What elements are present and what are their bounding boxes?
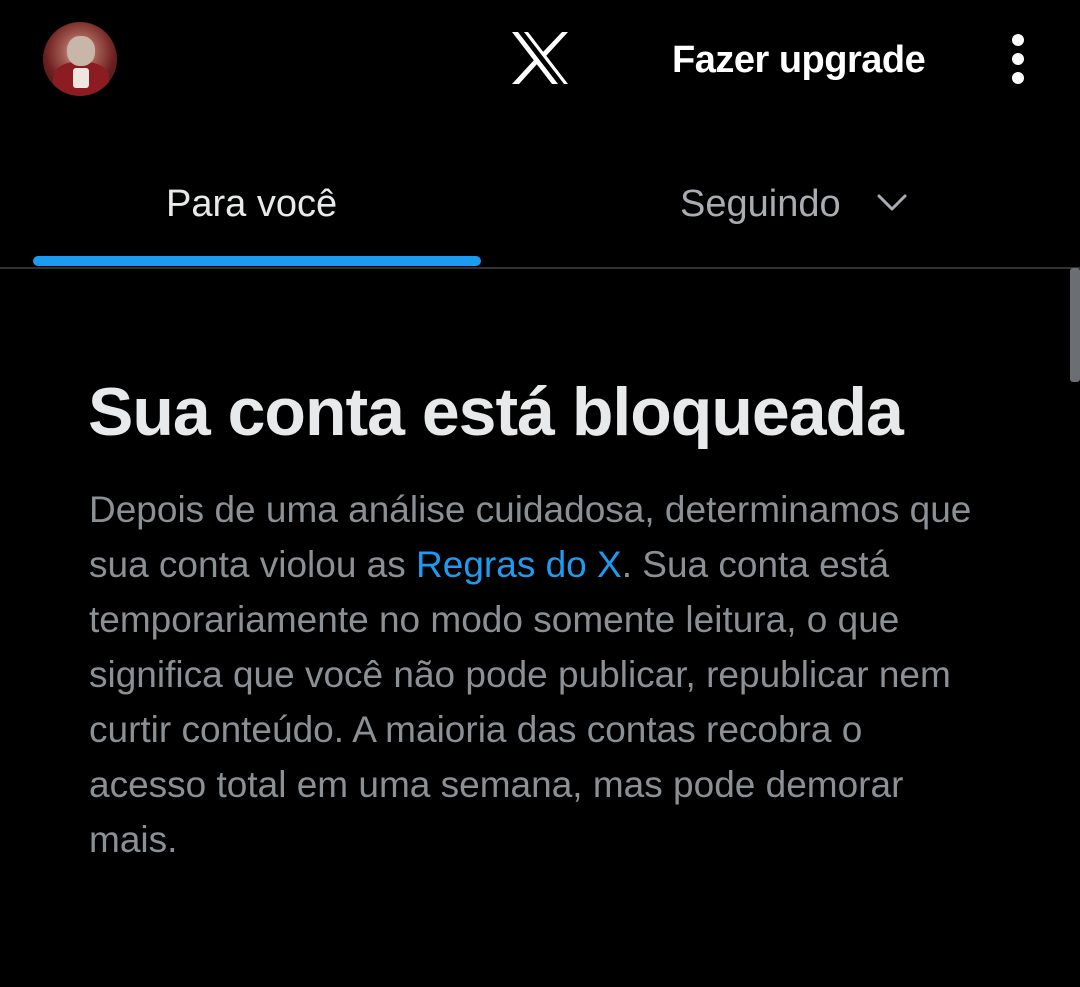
scrollbar[interactable]: [1070, 268, 1080, 382]
notice-body-text-continued: . Sua conta está temporariamente no modo…: [89, 544, 951, 860]
page-title: Sua conta está bloqueada: [88, 374, 904, 450]
avatar-figure-jersey: [73, 68, 89, 88]
avatar-figure-face: [67, 36, 95, 66]
top-bar: Fazer upgrade: [0, 0, 1080, 120]
tab-following[interactable]: Seguindo: [514, 150, 1080, 267]
tab-for-you[interactable]: Para você: [0, 150, 514, 267]
more-dot: [1012, 53, 1024, 65]
timeline-tabs: Para você Seguindo: [0, 150, 1080, 269]
tab-for-you-label: Para você: [166, 183, 338, 225]
notice-body: Depois de uma análise cuidadosa, determi…: [89, 482, 989, 867]
upgrade-button[interactable]: Fazer upgrade: [672, 38, 926, 82]
avatar[interactable]: [43, 22, 117, 96]
more-dot: [1012, 72, 1024, 84]
chevron-down-icon[interactable]: [876, 190, 908, 214]
rules-link[interactable]: Regras do X: [416, 544, 622, 585]
active-tab-indicator: [33, 256, 481, 266]
more-vertical-icon[interactable]: [1004, 32, 1034, 86]
more-dot: [1012, 34, 1024, 46]
tab-following-label: Seguindo: [680, 183, 841, 225]
x-logo-icon[interactable]: [510, 30, 570, 86]
